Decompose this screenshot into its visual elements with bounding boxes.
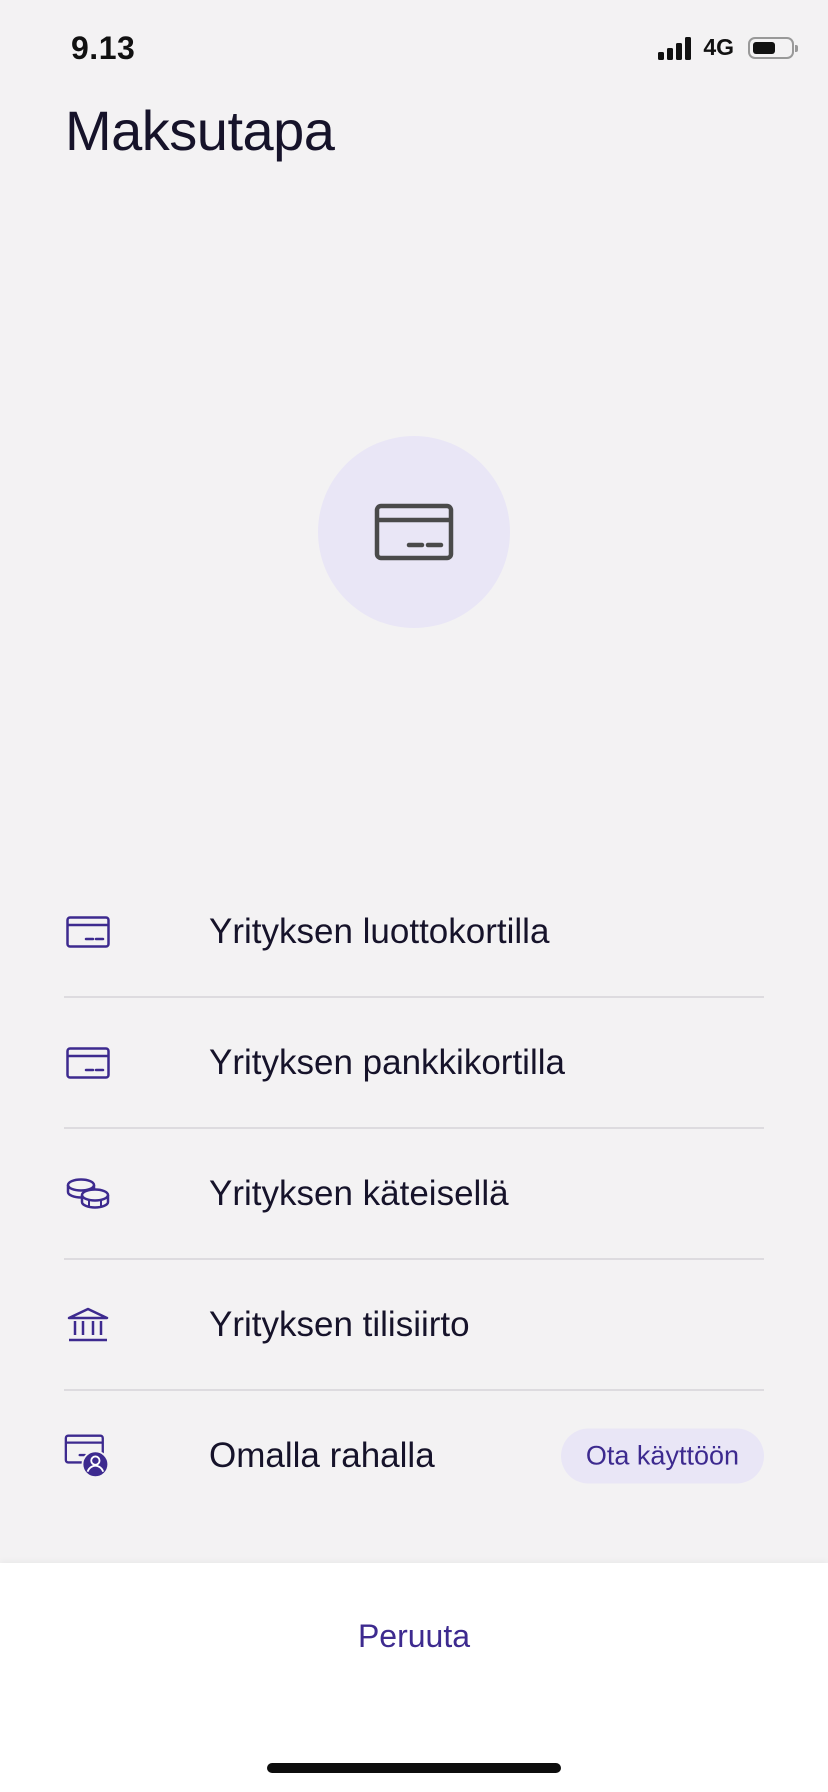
payment-method-credit-card[interactable]: Yrityksen luottokortilla — [64, 867, 764, 998]
payment-method-debit-card[interactable]: Yrityksen pankkikortilla — [64, 998, 764, 1129]
payment-method-list: Yrityksen luottokortilla Yrityksen pankk… — [64, 867, 764, 1520]
enable-button[interactable]: Ota käyttöön — [560, 1428, 764, 1483]
status-bar: 9.13 4G — [0, 0, 828, 100]
payment-method-label: Yrityksen pankkikortilla — [209, 1042, 565, 1082]
status-indicators: 4G — [658, 34, 798, 61]
battery-level — [753, 41, 775, 54]
payment-method-label: Omalla rahalla — [209, 1435, 435, 1475]
payment-method-label: Yrityksen tilisiirto — [209, 1304, 470, 1344]
bank-icon — [64, 1301, 112, 1349]
payment-method-bank-transfer[interactable]: Yrityksen tilisiirto — [64, 1260, 764, 1391]
bottom-action-bar: Peruuta — [0, 1563, 828, 1792]
status-time: 9.13 — [71, 30, 136, 66]
battery-icon — [748, 36, 798, 59]
payment-method-label: Yrityksen luottokortilla — [209, 911, 550, 951]
cancel-button[interactable]: Peruuta — [0, 1618, 828, 1655]
payment-method-label: Yrityksen käteisellä — [209, 1173, 509, 1213]
hero-icon-circle — [318, 436, 510, 628]
personal-card-icon — [64, 1432, 112, 1480]
signal-strength-icon — [658, 36, 692, 60]
coins-icon — [64, 1170, 112, 1218]
page-title: Maksutapa — [65, 99, 335, 162]
home-indicator[interactable] — [267, 1763, 561, 1773]
credit-card-icon — [64, 908, 112, 956]
credit-card-icon — [374, 503, 454, 561]
network-type: 4G — [703, 34, 734, 60]
debit-card-icon — [64, 1039, 112, 1087]
payment-method-cash[interactable]: Yrityksen käteisellä — [64, 1129, 764, 1260]
payment-method-own-money[interactable]: Omalla rahalla Ota käyttöön — [64, 1391, 764, 1520]
